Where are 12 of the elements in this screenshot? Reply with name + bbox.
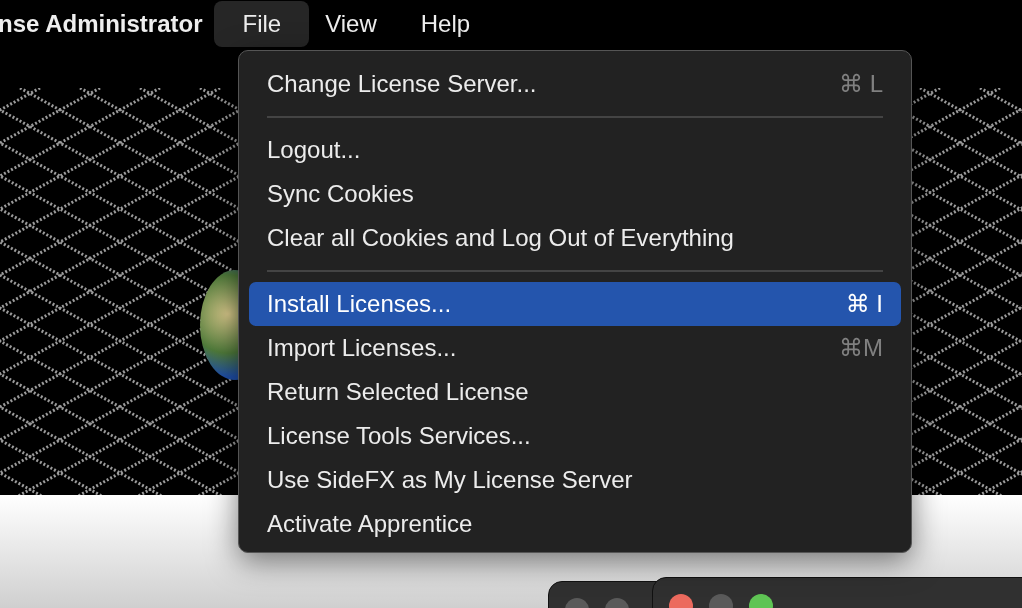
menu-item[interactable]: Use SideFX as My License Server — [249, 458, 901, 502]
menu-item[interactable]: Return Selected License — [249, 370, 901, 414]
menu-bar-item[interactable]: File — [214, 1, 310, 47]
menu-item[interactable]: Activate Apprentice — [249, 502, 901, 546]
menu-item[interactable]: Logout... — [249, 128, 901, 172]
menu-item[interactable]: Clear all Cookies and Log Out of Everything — [249, 216, 901, 260]
menu-item[interactable]: Install Licenses... ⌘ I — [249, 282, 901, 326]
menu-item[interactable]: Import Licenses... ⌘M — [249, 326, 901, 370]
menu-item[interactable]: Sync Cookies — [249, 172, 901, 216]
menu-item[interactable]: Change License Server... ⌘ L — [249, 62, 901, 106]
app-title: nse Administrator — [0, 10, 203, 38]
menu-item[interactable]: License Tools Services... — [249, 414, 901, 458]
